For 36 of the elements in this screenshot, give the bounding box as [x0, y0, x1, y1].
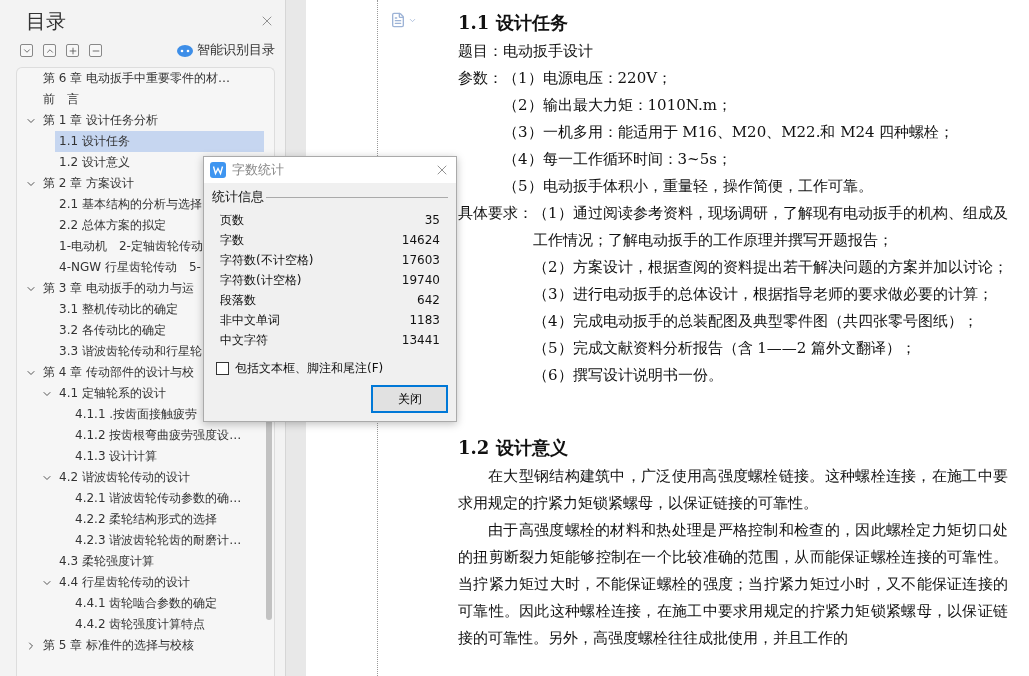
stat-value: 35 — [424, 213, 440, 227]
group-label: 统计信息 — [212, 189, 264, 206]
stat-value: 17603 — [401, 253, 440, 267]
stat-label: 页数 — [220, 211, 244, 229]
list-item: （4）完成电动扳手的总装配图及典型零件图（共四张零号图纸）； — [533, 311, 979, 332]
list-item: （2）输出最大力矩：1010N.m； — [503, 95, 733, 116]
section-heading: 1.1 设计任务 — [458, 11, 569, 35]
stat-value: 642 — [417, 293, 440, 307]
panel-title: 目录 — [26, 7, 66, 35]
checkbox-label: 包括文本框、脚注和尾注(F) — [235, 360, 384, 377]
list-item: （3）一机多用：能适用于 M16、M20、M22.和 M24 四种螺栓； — [503, 122, 956, 143]
stat-label: 字符数(计空格) — [220, 271, 302, 289]
paragraph: 在大型钢结构建筑中，广泛使用高强度螺栓链接。这种螺栓连接，在施工中要求用规定的拧紧力矩锁紧螺母，以保证链接的可靠性。 — [458, 466, 1008, 514]
text-line: 题目：电动扳手设计 — [458, 41, 594, 62]
list-item: （4）每一工作循环时间：3~5s； — [503, 149, 733, 170]
paragraph: 由于高强度螺栓的材料和热处理是严格控制和检查的，因此螺栓定力矩切口处的扭剪断裂力矩能够控制在一个比较准确的范围，从而能保证螺栓连接的可靠性。当拧紧力矩过大时，不能保证螺栓的强度；当拧紧力矩过小时，又不能保证连接的可靠性。因此这种螺栓连接，在施工中要求用规定的拧紧力矩锁紧螺母，以保证链接的可靠性。另外，高强度螺栓往往成批使用，并且工作的 — [458, 520, 1008, 649]
stat-label: 字数 — [220, 231, 244, 249]
list-item: （1）通过阅读参考资料，现场调研，了解现有电动扳手的机构、组成及工作情况；了解电动扳手的工作原理并撰写开题报告； — [533, 203, 1008, 251]
dialog-title: 字数统计 — [232, 161, 285, 179]
stat-value: 14624 — [401, 233, 440, 247]
stat-value: 19740 — [401, 273, 440, 287]
stat-label: 非中文单词 — [220, 311, 280, 329]
section-heading: 1.2 设计意义 — [458, 436, 569, 460]
list-label: 具体要求： — [458, 203, 533, 224]
list-item: （6）撰写设计说明书一份。 — [533, 365, 724, 386]
stat-value: 1183 — [409, 313, 440, 327]
stat-value: 13441 — [401, 333, 440, 347]
list-item: （1）电源电压：220V； — [503, 68, 673, 89]
list-item: （5）完成文献资料分析报告（含 1——2 篇外文翻译）； — [533, 338, 918, 359]
stat-label: 段落数 — [220, 291, 256, 309]
list-item: （3）进行电动扳手的总体设计，根据指导老师的要求做必要的计算； — [533, 284, 994, 305]
stat-label: 字符数(不计空格) — [220, 251, 314, 269]
stat-label: 中文字符 — [220, 331, 268, 349]
list-item: （5）电动扳手体积小，重量轻，操作简便，工作可靠。 — [503, 176, 874, 197]
list-item: （2）方案设计，根据查阅的资料提出若干解决问题的方案并加以讨论； — [533, 257, 1008, 278]
list-label: 参数： — [458, 68, 503, 89]
